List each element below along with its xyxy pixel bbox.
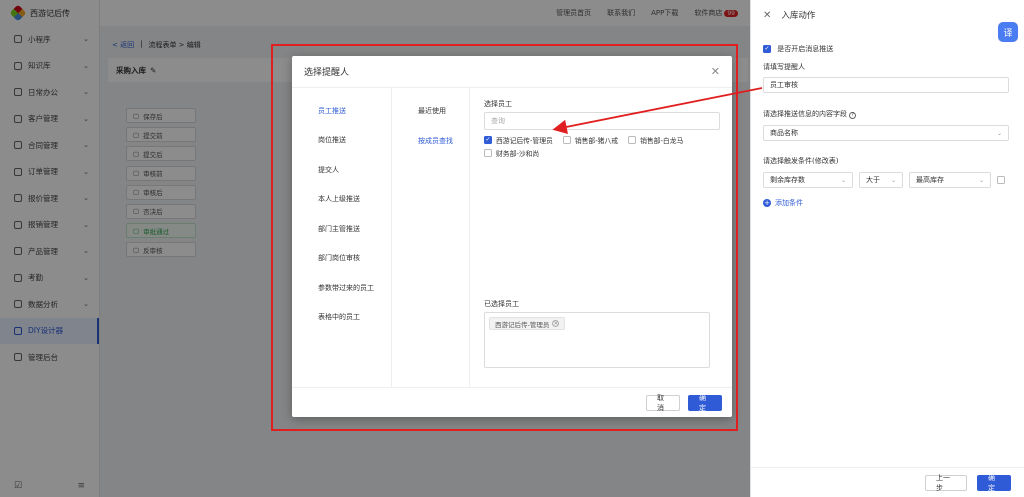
drawer-close-icon[interactable]: ✕ [763, 10, 771, 21]
chevron-down-icon: ⌄ [978, 176, 984, 184]
content-field-text: 请选择推送信息的内容字段 [763, 110, 847, 118]
translate-button[interactable]: 译 [998, 22, 1018, 42]
cond-field-select[interactable]: 剩余库存数 ⌄ [763, 172, 853, 188]
cond-op-value: 大于 [866, 176, 880, 184]
chevron-down-icon: ⌄ [840, 176, 846, 184]
help-icon[interactable]: ? [849, 112, 857, 119]
remove-icon[interactable]: × [552, 320, 560, 327]
cond-target-value: 最高库存 [916, 176, 944, 184]
push-type-item[interactable]: 本人上级推送 [292, 185, 391, 215]
add-condition-button[interactable]: + 添加条件 [763, 198, 1009, 208]
enable-push-row[interactable]: ✓ 是否开启消息推送 [763, 44, 1009, 54]
find-mode-item[interactable]: 最近使用 [392, 96, 469, 126]
selected-employee-label: 已选择员工 [484, 300, 519, 308]
drawer-confirm-button[interactable]: 确定 [977, 474, 1011, 492]
find-mode-item[interactable]: 按成员查找 [392, 126, 469, 156]
employee-checkbox[interactable]: ✓ [484, 136, 492, 144]
dialog-header: 选择提醒人 ✕ [292, 56, 732, 88]
push-type-list: 员工推送 岗位推送 提交人 本人上级推送 部门主管推送 部门岗位审核 参数带过来的员工 表格中… [292, 88, 392, 388]
tag-label: 西游记后传-管理员 [495, 320, 550, 329]
reminder-label: 请填写提醒人 [763, 63, 805, 71]
employee-checkbox[interactable] [628, 136, 637, 144]
cond-op-select[interactable]: 大于 ⌄ [859, 172, 903, 188]
trigger-cond-row: 剩余库存数 ⌄ 大于 ⌄ 最高库存 ⌄ [763, 172, 1009, 188]
selected-employee-tag: 西游记后传-管理员 × [489, 317, 566, 330]
drawer-footer: 上一步 确定 [751, 467, 1024, 497]
cond-target-select[interactable]: 最高库存 ⌄ [909, 172, 991, 188]
employee-checkbox[interactable] [484, 149, 492, 157]
content-field-label: 请选择推送信息的内容字段 ? [763, 109, 1009, 119]
selected-employee-box: 西游记后传-管理员 × [484, 312, 710, 368]
employee-option[interactable]: 销售部-猪八戒 [562, 135, 619, 145]
action-drawer: ✕ 入库动作 译 ✓ 是否开启消息推送 请填写提醒人 员工审核 请选择推送信息的… [750, 0, 1024, 497]
push-type-item[interactable]: 参数带过来的员工 [292, 273, 391, 303]
push-type-item[interactable]: 部门主管推送 [292, 214, 391, 244]
dialog-close-icon[interactable]: ✕ [711, 65, 720, 78]
cond-checkbox[interactable] [997, 176, 1005, 184]
select-reminder-dialog: 选择提醒人 ✕ 员工推送 岗位推送 提交人 本人上级推送 部门主管推送 部门岗位审核 参数带… [292, 56, 732, 417]
content-field-value: 商品名称 [770, 129, 798, 137]
trigger-cond-label: 请选择触发条件(修改表) [763, 157, 839, 165]
employee-search-input[interactable]: 查询 [484, 112, 720, 130]
cond-field-value: 剩余库存数 [770, 176, 805, 184]
employee-option[interactable]: 财务部-沙和尚 [484, 148, 539, 158]
employee-name: 西游记后传-管理员 [496, 137, 553, 145]
reminder-input[interactable]: 员工审核 [763, 77, 1009, 93]
push-type-item[interactable]: 提交人 [292, 155, 391, 185]
employee-checkbox[interactable] [562, 136, 571, 144]
dialog-title: 选择提醒人 [304, 68, 350, 78]
push-type-item[interactable]: 员工推送 [292, 96, 391, 126]
push-type-item[interactable]: 部门岗位审核 [292, 244, 391, 274]
enable-push-checkbox[interactable]: ✓ [763, 45, 771, 53]
dialog-footer: 取 消 确 定 [292, 387, 732, 417]
dialog-confirm-button[interactable]: 确 定 [688, 394, 722, 412]
dialog-cancel-button[interactable]: 取 消 [646, 394, 680, 412]
push-type-item[interactable]: 表格中的员工 [292, 303, 391, 333]
chevron-down-icon: ⌄ [996, 129, 1002, 137]
employee-name: 销售部-白龙马 [640, 137, 684, 145]
employee-panel: 选择员工 查询 ✓ 西游记后传-管理员 销售部-猪八戒 销售部-白龙马 财务部-沙和尚 … [484, 88, 720, 388]
employee-name: 销售部-猪八戒 [574, 137, 619, 145]
prev-step-button[interactable]: 上一步 [925, 474, 967, 492]
employee-name: 财务部-沙和尚 [496, 150, 540, 158]
plus-icon: + [763, 198, 771, 207]
chevron-down-icon: ⌄ [890, 176, 896, 184]
employee-checklist: ✓ 西游记后传-管理员 销售部-猪八戒 销售部-白龙马财务部-沙和尚 [484, 135, 720, 158]
push-type-item[interactable]: 岗位推送 [292, 126, 391, 156]
enable-push-label: 是否开启消息推送 [777, 45, 834, 53]
select-employee-label: 选择员工 [484, 100, 512, 108]
add-condition-label: 添加条件 [775, 199, 803, 207]
drawer-title: 入库动作 [781, 11, 816, 21]
employee-option[interactable]: 销售部-白龙马 [628, 135, 683, 145]
find-mode-list: 最近使用 按成员查找 [392, 88, 470, 388]
employee-option[interactable]: ✓ 西游记后传-管理员 [484, 135, 553, 145]
content-field-select[interactable]: 商品名称 ⌄ [763, 125, 1009, 141]
drawer-header: ✕ 入库动作 [751, 0, 1024, 30]
